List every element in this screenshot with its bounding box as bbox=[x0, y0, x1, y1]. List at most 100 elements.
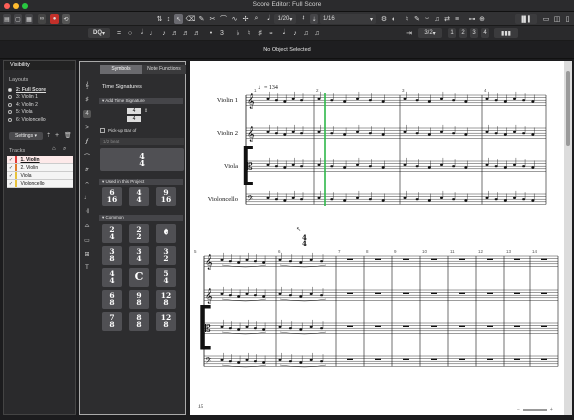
text-icon[interactable]: T bbox=[83, 264, 91, 272]
pickup-select[interactable]: 1/2 beat bbox=[100, 138, 184, 145]
grace-icon[interactable]: ♫ bbox=[313, 28, 321, 38]
settings-gear-icon[interactable]: ⚙ bbox=[380, 14, 388, 24]
tool-number-2[interactable]: 2 bbox=[459, 28, 467, 38]
triplet-icon[interactable]: 3 bbox=[218, 28, 226, 38]
visibility-tab[interactable]: Visibility bbox=[4, 61, 75, 70]
search-icon[interactable]: ⌕ bbox=[63, 146, 72, 154]
record-button[interactable]: ● bbox=[50, 14, 59, 24]
natural-icon[interactable]: ♮ bbox=[245, 28, 253, 38]
stem-down-icon[interactable]: ♪ bbox=[291, 28, 299, 38]
time-signature-tile[interactable]: 24 bbox=[102, 224, 122, 243]
time-signature-tile[interactable]: 12 8 bbox=[156, 290, 176, 309]
time-signature-tile[interactable]: 22 bbox=[129, 224, 149, 243]
check-icon[interactable]: ✓ bbox=[7, 173, 15, 179]
dotted-icon[interactable]: • bbox=[207, 28, 215, 38]
zoom-controls[interactable]: − + bbox=[517, 406, 559, 413]
window-layout-icon[interactable]: ▭ bbox=[541, 14, 551, 24]
delete-icon[interactable]: 🗑 bbox=[64, 132, 72, 140]
half-note-icon[interactable]: 𝅗𝅥 bbox=[138, 28, 146, 38]
numerator-field[interactable]: 4 bbox=[127, 108, 141, 114]
time-signature-tile[interactable]: 32 bbox=[156, 246, 176, 265]
time-signature-tile[interactable]: 78 bbox=[102, 312, 122, 331]
time-signature-tile[interactable]: 34 bbox=[129, 246, 149, 265]
dynamics-icon[interactable]: 𝆑 bbox=[83, 138, 91, 146]
check-icon[interactable]: ✓ bbox=[7, 157, 15, 163]
autoscroll-icon[interactable]: ⇅ bbox=[155, 14, 164, 24]
hide-icon[interactable]: ◐ bbox=[390, 14, 398, 24]
sixtyfourth-note-icon[interactable]: ♬ bbox=[193, 28, 201, 38]
rest-icon[interactable]: ○ bbox=[126, 28, 134, 38]
layout-item[interactable]: 2: Full Score bbox=[4, 86, 75, 94]
repeat-icon[interactable]: 𝄇 bbox=[83, 208, 91, 216]
track-row[interactable]: ✓ Violoncello bbox=[7, 180, 73, 188]
glue-tool-icon[interactable]: ⌒ bbox=[219, 14, 228, 24]
time-signature-tile[interactable]: 6 16 bbox=[102, 187, 122, 206]
display-transpose-icon[interactable]: ♮ bbox=[403, 14, 411, 24]
scissors-tool-icon[interactable]: ✂ bbox=[208, 14, 217, 24]
score-canvas[interactable]: Violin 1 𝄞Violin 2 𝄞Viola 𝄡Violoncello 𝄢[1 2 3… bbox=[190, 61, 564, 415]
add-icon[interactable]: + bbox=[55, 132, 63, 140]
layout-item[interactable]: 4: Violin 2 bbox=[4, 101, 75, 109]
move-up-icon[interactable]: ⇡ bbox=[46, 132, 54, 140]
sharp-icon[interactable]: ♯ bbox=[256, 28, 264, 38]
link-icon[interactable]: ∞ bbox=[38, 14, 46, 24]
thirtysecond-note-icon[interactable]: ♬ bbox=[182, 28, 190, 38]
flip-icon[interactable]: ⇄ bbox=[443, 14, 451, 24]
stem-up-icon[interactable]: 𝅘𝅥 bbox=[280, 28, 288, 38]
align-icon[interactable]: ≡ bbox=[453, 14, 461, 24]
window-right-icon[interactable]: ▯ bbox=[563, 14, 572, 24]
zone-toggle-group[interactable]: ▐▌▍ bbox=[515, 14, 537, 24]
track-row[interactable]: ✓ 1. Violin bbox=[7, 156, 73, 164]
accent-icon[interactable]: > bbox=[83, 124, 91, 132]
snap-icon[interactable]: ↕ bbox=[164, 14, 173, 24]
pencil-tool-icon[interactable]: ✎ bbox=[197, 14, 206, 24]
eighth-note-icon[interactable]: ♪ bbox=[160, 28, 168, 38]
insert-icon[interactable]: ⇥ bbox=[405, 28, 413, 38]
edit-icon[interactable]: ✎ bbox=[413, 14, 421, 24]
time-signature-tile[interactable]: 44 bbox=[102, 268, 122, 287]
tempo-marking[interactable]: ♩= 134 bbox=[258, 85, 278, 91]
double-bar-icon[interactable]: = bbox=[115, 28, 123, 38]
marker-tool-icon[interactable]: ∿ bbox=[230, 14, 239, 24]
layout-item[interactable]: 3: Violin 1 bbox=[4, 94, 75, 102]
clef-icon[interactable]: 𝄞 bbox=[83, 82, 91, 90]
track-row[interactable]: ✓ 2. Violin bbox=[7, 164, 73, 172]
home-icon[interactable]: ⌂ bbox=[52, 146, 61, 154]
length-icon-button[interactable]: ⇣ bbox=[310, 14, 318, 24]
time-sig-preview[interactable]: 44 bbox=[100, 148, 184, 171]
time-signature-tile[interactable]: C bbox=[129, 268, 149, 287]
chord-symbol-icon[interactable]: ♩ bbox=[83, 194, 91, 202]
erase-tool-icon[interactable]: ⌫ bbox=[186, 14, 196, 24]
layout-item[interactable]: 5: Viola bbox=[4, 109, 75, 117]
tie-icon[interactable]: ⌣ bbox=[423, 14, 431, 24]
time-signature-tile[interactable]: 𝄵 bbox=[156, 224, 176, 243]
time-signature-tile[interactable]: 68 bbox=[102, 290, 122, 309]
other-icon[interactable]: ⊞ bbox=[83, 250, 91, 258]
settings-button[interactable]: Settings ▾ bbox=[9, 132, 43, 140]
arc-icon[interactable]: ⌓ bbox=[83, 222, 91, 230]
zoom-in-icon[interactable]: + bbox=[550, 407, 553, 413]
time-signature-tile[interactable]: 12 8 bbox=[156, 312, 176, 331]
tool-number-4[interactable]: 4 bbox=[481, 28, 489, 38]
time-signature-tile[interactable]: 98 bbox=[129, 290, 149, 309]
voice-toggles[interactable]: ▮▮▮ bbox=[494, 28, 518, 38]
layout-sym-icon[interactable]: ▭ bbox=[83, 236, 91, 244]
time-signature-tile[interactable]: 38 bbox=[102, 246, 122, 265]
time-signature-tile[interactable]: 44 bbox=[129, 187, 149, 206]
inspector-toggle-icon[interactable]: ▤ bbox=[3, 14, 11, 24]
zoom-tool-icon[interactable]: ⌕ bbox=[252, 14, 261, 24]
layout-tool-icon[interactable]: ✢ bbox=[241, 14, 250, 24]
time-sig-icon[interactable]: 4 bbox=[83, 110, 91, 118]
beam-icon[interactable]: ♫ bbox=[302, 28, 310, 38]
used-in-project-group[interactable]: ▾ Used in this Project bbox=[99, 179, 183, 185]
midi-icon[interactable]: ⊶ bbox=[468, 14, 476, 24]
check-icon[interactable]: ✓ bbox=[7, 181, 15, 187]
chord-icon[interactable]: ⊕ bbox=[478, 14, 486, 24]
layout-item[interactable]: 6: Violoncello bbox=[4, 116, 75, 124]
scrollbar-thumb[interactable] bbox=[566, 71, 570, 146]
stepper-icon[interactable]: ⇕ bbox=[144, 108, 148, 114]
tab-symbols[interactable]: Symbols bbox=[100, 65, 142, 74]
fermata-icon[interactable]: 𝄐 bbox=[83, 180, 91, 188]
tool-number-3[interactable]: 3 bbox=[470, 28, 478, 38]
slur-icon[interactable]: ⌒ bbox=[83, 152, 91, 161]
